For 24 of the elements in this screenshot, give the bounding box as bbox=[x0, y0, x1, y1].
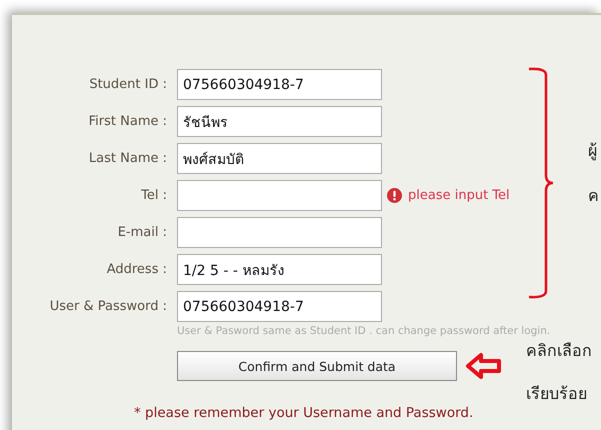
note-text: ค bbox=[588, 185, 599, 207]
input-field[interactable]: รัชนีพร bbox=[177, 106, 382, 137]
input-field[interactable] bbox=[177, 180, 382, 211]
field-label: Tel : bbox=[140, 187, 167, 205]
note-text: ผู้ bbox=[588, 140, 597, 162]
field-label: User & Password : bbox=[48, 298, 167, 316]
field-label: Last Name : bbox=[88, 150, 167, 168]
input-field[interactable]: 075660304918-7 bbox=[177, 291, 382, 322]
reminder-text: * please remember your Username and Password. bbox=[134, 405, 474, 421]
arrow-icon bbox=[465, 352, 503, 380]
error-icon bbox=[387, 188, 402, 203]
submit-button[interactable]: Confirm and Submit data bbox=[177, 351, 457, 381]
field-label: First Name : bbox=[88, 113, 167, 131]
input-field[interactable]: 075660304918-7 bbox=[177, 69, 382, 100]
field-label: E-mail : bbox=[116, 224, 167, 242]
error-message: please input Tel bbox=[408, 188, 510, 203]
field-label: Student ID : bbox=[88, 76, 167, 94]
input-field[interactable] bbox=[177, 217, 382, 248]
hint-text: User & Pasword same as Student ID . can change password after login. bbox=[177, 325, 552, 337]
input-field[interactable]: พงศ์สมบัติ bbox=[177, 143, 382, 174]
note-text: เรียบร้อย bbox=[526, 383, 587, 405]
note-text: คลิกเลือก bbox=[526, 340, 592, 362]
field-label: Address : bbox=[106, 261, 167, 279]
input-field[interactable]: 1/2 5 - - หลมรัง bbox=[177, 254, 382, 285]
